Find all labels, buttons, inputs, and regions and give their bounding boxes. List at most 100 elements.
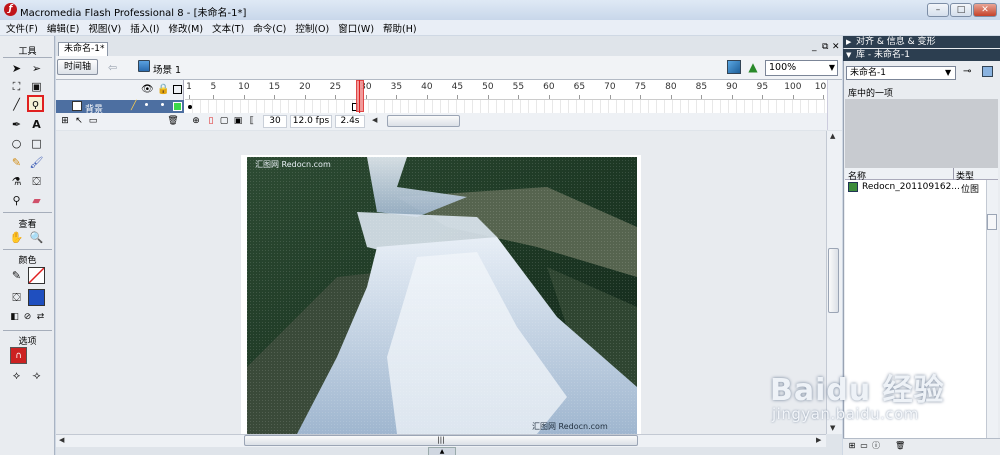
stroke-color-icon[interactable]: ✎ <box>8 267 25 284</box>
menu-commands[interactable]: 命令(C) <box>253 21 286 35</box>
pin-icon[interactable]: ⊸ <box>963 66 971 77</box>
back-arrow-icon[interactable]: ⇦ <box>108 61 117 74</box>
add-guide-layer-icon[interactable]: ↖ <box>73 115 85 127</box>
doc-close-icon[interactable]: ✕ <box>832 42 840 52</box>
align-panel-header[interactable]: 对齐 & 信息 & 变形 <box>843 36 1000 48</box>
pen-tool-icon[interactable]: ✒ <box>8 116 25 133</box>
menu-text[interactable]: 文本(T) <box>212 21 244 35</box>
eye-icon[interactable]: 👁 <box>141 84 154 95</box>
menu-control[interactable]: 控制(O) <box>295 21 329 35</box>
menu-insert[interactable]: 插入(I) <box>130 21 159 35</box>
line-tool-icon[interactable]: ╱ <box>8 96 25 113</box>
layer-lock-dot[interactable] <box>161 103 164 106</box>
fill-transform-tool-icon[interactable]: ▣ <box>28 78 45 95</box>
maximize-button[interactable]: □ <box>950 3 972 17</box>
frame-track[interactable] <box>185 100 825 113</box>
free-transform-tool-icon[interactable]: ⛶ <box>8 78 25 95</box>
scene-label[interactable]: 场景 1 <box>153 62 181 76</box>
menu-file[interactable]: 文件(F) <box>6 21 38 35</box>
brush-tool-icon[interactable]: 🖌 <box>28 154 45 171</box>
frame-rate-field[interactable]: 12.0 fps <box>290 115 332 128</box>
delete-layer-icon[interactable]: 🗑 <box>167 115 179 127</box>
library-document-select[interactable]: 未命名-1 <box>846 66 956 80</box>
new-library-icon[interactable] <box>982 66 993 77</box>
smooth-icon[interactable]: ⟡ <box>8 367 25 384</box>
layer-outline-color[interactable] <box>173 102 182 111</box>
ink-bottle-tool-icon[interactable]: ⚗ <box>8 173 25 190</box>
edit-multiple-frames-icon[interactable]: ▣ <box>232 115 244 127</box>
doc-minimize-icon[interactable]: _ <box>812 42 817 52</box>
selection-tool-icon[interactable]: ➤ <box>8 60 25 77</box>
menu-help[interactable]: 帮助(H) <box>383 21 417 35</box>
edit-symbol-icon[interactable]: ▲ <box>746 60 760 74</box>
eyedropper-tool-icon[interactable]: ⚲ <box>8 192 25 209</box>
library-panel-header[interactable]: 库 - 未命名-1 <box>843 49 1000 61</box>
edit-scene-icon[interactable] <box>727 60 741 74</box>
doc-restore-icon[interactable]: ⧉ <box>822 42 828 52</box>
layer-visible-dot[interactable] <box>145 103 148 106</box>
properties-icon[interactable]: ⓘ <box>871 441 881 451</box>
timeline-vscroll[interactable] <box>827 80 842 130</box>
swap-colors-icon[interactable]: ⇄ <box>32 308 49 325</box>
lock-icon[interactable]: 🔒 <box>157 84 169 95</box>
lasso-tool-icon[interactable]: ϙ <box>27 95 44 112</box>
library-vscroll-thumb[interactable] <box>987 214 997 230</box>
rectangle-tool-icon[interactable]: □ <box>28 135 45 152</box>
onion-skin-icon[interactable]: ▯ <box>205 115 217 127</box>
document-tab[interactable]: 未命名-1* <box>58 42 108 56</box>
stroke-color-swatch[interactable] <box>28 267 45 284</box>
straighten-icon[interactable]: ⟢ <box>28 367 45 384</box>
magic-wand-icon[interactable]: ∩ <box>10 347 27 364</box>
ruler-tick-label: 15 <box>268 82 281 92</box>
menu-edit[interactable]: 编辑(E) <box>47 21 79 35</box>
stage-vscroll-thumb[interactable] <box>828 248 839 313</box>
modify-markers-icon[interactable]: ⟦ <box>246 115 258 127</box>
center-frame-icon[interactable]: ⊕ <box>190 115 202 127</box>
ruler-tick-label: 55 <box>512 82 525 92</box>
scroll-up-icon[interactable]: ▲ <box>830 132 835 140</box>
scroll-down-icon[interactable]: ▼ <box>830 424 835 432</box>
elapsed-time-field: 2.4s <box>335 115 365 128</box>
scroll-left-icon[interactable]: ◀ <box>372 116 377 124</box>
waterfall-bitmap[interactable]: 汇图网 Redocn.com 汇图网 Redocn.com <box>247 157 637 434</box>
new-folder-icon[interactable]: ▭ <box>859 441 869 451</box>
hscroll-left-icon[interactable]: ◀ <box>59 436 64 444</box>
fill-color-icon[interactable]: ⛋ <box>8 289 25 306</box>
insert-folder-icon[interactable]: ▭ <box>87 115 99 127</box>
pencil-tool-icon[interactable]: ✎ <box>8 154 25 171</box>
outline-icon[interactable] <box>173 85 182 94</box>
stage-hscroll-thumb[interactable]: ||| <box>244 435 638 446</box>
subselection-tool-icon[interactable]: ➢ <box>28 60 45 77</box>
hand-tool-icon[interactable]: ✋ <box>8 229 25 246</box>
oval-tool-icon[interactable]: ○ <box>8 135 25 152</box>
minimize-button[interactable]: – <box>927 3 949 17</box>
keyframe-marker[interactable] <box>188 105 192 109</box>
delete-icon[interactable]: 🗑 <box>895 441 905 451</box>
timeline-scrollbar[interactable] <box>387 115 460 127</box>
menu-window[interactable]: 窗口(W) <box>338 21 374 35</box>
column-divider[interactable] <box>953 168 954 180</box>
hscroll-right-icon[interactable]: ▶ <box>816 436 821 444</box>
frame-ruler[interactable]: 1 5 10 15 20 25 30 35 40 45 50 55 60 65 70 75 80 85 90 95 10… <box>185 80 832 100</box>
insert-layer-icon[interactable]: ⊞ <box>59 115 71 127</box>
expand-arrow-icon[interactable]: ▶ <box>846 38 851 46</box>
ruler-tick-mark <box>213 95 215 99</box>
playhead[interactable] <box>356 80 364 112</box>
eraser-tool-icon[interactable]: ▰ <box>28 192 45 209</box>
timeline-toggle-button[interactable]: 时间轴 <box>57 59 98 75</box>
properties-expand-icon[interactable]: ▲ <box>428 447 456 455</box>
fill-color-swatch[interactable] <box>28 289 45 306</box>
ruler-tick-mark <box>243 95 245 99</box>
menu-modify[interactable]: 修改(M) <box>168 21 203 35</box>
text-tool-icon[interactable]: A <box>28 116 45 133</box>
chevron-down-icon[interactable]: ▼ <box>945 66 951 80</box>
chevron-down-icon[interactable]: ▼ <box>826 60 838 76</box>
onion-outline-icon[interactable]: ▢ <box>218 115 230 127</box>
paint-bucket-tool-icon[interactable]: ⛋ <box>28 173 45 190</box>
zoom-tool-icon[interactable]: 🔍 <box>28 229 45 246</box>
new-symbol-icon[interactable]: ⊞ <box>847 441 857 451</box>
close-button[interactable]: ✕ <box>973 3 997 17</box>
library-item-name[interactable]: Redocn_201109162... <box>862 182 960 192</box>
menu-view[interactable]: 视图(V) <box>88 21 121 35</box>
collapse-arrow-icon[interactable]: ▼ <box>846 51 851 59</box>
